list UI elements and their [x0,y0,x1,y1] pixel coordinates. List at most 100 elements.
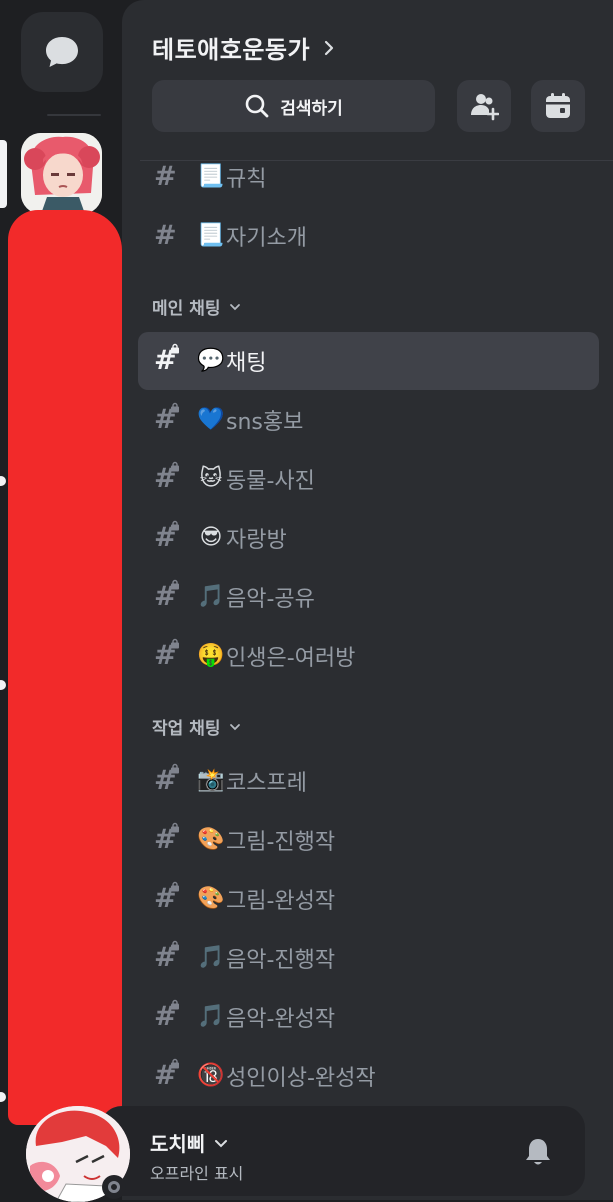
channel-emoji: 🔞 [197,1063,225,1088]
channel-animal-photos[interactable]: # 🐱 동물-사진 [138,450,599,508]
channel-panel: 테토애호운동가 검색하기 # 📃 규칙 # 📃 자기소개 메인 채팅 # 💬 채… [122,0,613,1200]
channel-name: 자랑방 [226,528,287,553]
chevron-down-icon [230,303,241,310]
channel-drawing-done[interactable]: # 🎨 그림-완성작 [138,870,599,928]
channel-name: 코스프레 [226,771,307,796]
channel-emoji: 📃 [197,223,225,248]
channel-emoji: 🎵 [197,945,225,970]
channel-name: 그림-완성작 [226,889,336,914]
presence-indicator [102,1175,126,1199]
channel-intro[interactable]: # 📃 자기소개 [138,207,599,265]
lock-icon [171,999,179,1010]
chat-bubble-icon [46,37,78,67]
channel-sns[interactable]: # 💙 sns홍보 [138,391,599,449]
search-label: 검색하기 [280,98,343,119]
channel-emoji: 🎨 [197,827,225,852]
hash-locked-icon: # [154,579,188,611]
lock-icon [171,520,179,531]
channel-drawing-wip[interactable]: # 🎨 그림-진행작 [138,811,599,869]
channel-brag[interactable]: # 😎 자랑방 [138,509,599,567]
lock-icon [171,940,179,951]
user-status-text: 오프라인 표시 [150,1164,244,1183]
channel-music-share[interactable]: # 🎵 음악-공유 [138,568,599,626]
lock-icon [171,579,179,590]
hash-locked-icon: # [154,402,188,434]
channel-name: 성인이상-완성작 [226,1066,376,1091]
category-label: 메인 채팅 [152,299,221,319]
invite-members-button[interactable] [457,80,511,132]
selected-server-indicator [0,140,7,208]
hash-locked-icon: # [154,822,188,854]
lock-icon [171,822,179,833]
add-member-icon [471,94,499,121]
events-button[interactable] [531,80,585,132]
channel-emoji: 🤑 [197,643,225,668]
lock-icon [171,461,179,472]
channel-name: 음악-완성작 [226,1007,336,1032]
hash-locked-icon: # [154,461,188,493]
search-button[interactable]: 검색하기 [152,80,435,132]
channel-emoji: 😎 [199,525,223,550]
chevron-down-icon [230,723,241,730]
channel-emoji: 📸 [197,768,225,793]
offline-status-icon [108,1181,120,1193]
channel-name: 자기소개 [226,226,307,251]
channel-name: 인생은-여러방 [226,646,356,671]
channel-emoji: 🎵 [197,584,225,609]
unread-indicator [0,1092,6,1102]
server-avatar-image [21,133,102,214]
calendar-icon [546,93,570,118]
channel-name: 음악-공유 [226,587,315,612]
hash-icon: # [154,220,177,251]
channel-emoji: 🐱 [199,466,223,491]
user-name-button[interactable]: 도치삐 [150,1128,229,1157]
unread-indicator [0,680,6,690]
server-icon-current[interactable] [21,133,102,214]
hash-locked-icon: # [154,343,188,375]
channel-adult-done[interactable]: # 🔞 성인이상-완성작 [138,1047,599,1105]
bell-icon[interactable] [523,1136,553,1168]
chevron-down-icon [215,1139,228,1147]
channel-name: 음악-진행작 [226,948,336,973]
hash-locked-icon: # [154,999,188,1031]
lock-icon [171,638,179,649]
channel-rules[interactable]: # 📃 규칙 [138,148,599,206]
lock-icon [171,763,179,774]
channel-name: 채팅 [226,351,267,376]
lock-icon [171,402,179,413]
hash-locked-icon: # [154,763,188,795]
channel-chat[interactable]: # 💬 채팅 [138,332,599,390]
unread-indicator [0,476,6,486]
channel-name: sns홍보 [226,410,304,435]
user-name: 도치삐 [150,1132,206,1156]
direct-messages-button[interactable] [21,12,103,92]
hash-locked-icon: # [154,638,188,670]
rail-divider [47,114,101,116]
guild-header[interactable]: 테토애호운동가 [152,30,338,65]
channel-name: 규칙 [226,167,267,192]
channel-emoji: 💙 [197,407,225,432]
channel-name: 그림-진행작 [226,830,336,855]
channel-cosplay[interactable]: # 📸 코스프레 [138,752,599,810]
lock-icon [171,343,179,354]
category-label: 작업 채팅 [152,719,221,739]
channel-emoji: 📃 [197,164,225,189]
hash-icon: # [154,161,177,192]
channel-life[interactable]: # 🤑 인생은-여러방 [138,627,599,685]
category-main-chat[interactable]: 메인 채팅 [152,294,242,319]
hash-locked-icon: # [154,520,188,552]
category-work-chat[interactable]: 작업 채팅 [152,714,242,739]
channel-name: 동물-사진 [226,469,315,494]
channel-music-wip[interactable]: # 🎵 음악-진행작 [138,929,599,987]
lock-icon [171,1058,179,1069]
redaction-mark [8,210,122,1125]
hash-locked-icon: # [154,881,188,913]
channel-emoji: 🎵 [197,1004,225,1029]
channel-music-done[interactable]: # 🎵 음악-완성작 [138,988,599,1046]
channel-emoji: 🎨 [197,886,225,911]
hash-locked-icon: # [154,1058,188,1090]
server-rail [0,0,122,1200]
chevron-right-icon [324,40,334,55]
lock-icon [171,881,179,892]
search-icon [245,94,269,118]
